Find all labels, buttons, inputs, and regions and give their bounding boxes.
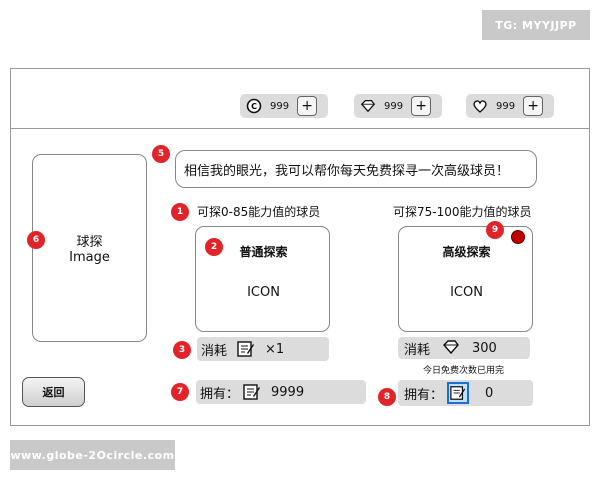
bottom-watermark: www.globe-2Ocircle.com [10,440,175,470]
heart-value: 999 [496,100,516,112]
heart-icon [472,98,488,114]
advanced-cost-label: 消耗 [404,342,431,358]
gem-resource: 999 + [354,94,442,118]
coin-icon: C [246,98,262,114]
owned-advanced-tickets: 拥有： 0 [398,380,533,406]
owned-scout-tickets: 拥有： 9999 [196,380,366,404]
back-button[interactable]: 返回 [22,377,85,407]
annotation-badge-5: 5 [152,145,170,163]
annotation-badge-7: 7 [171,383,189,401]
svg-text:C: C [251,102,257,111]
owned-advanced-value: 0 [485,385,494,401]
advanced-cost-value: 300 [472,340,497,356]
gem-value: 999 [384,100,404,112]
normal-cost-bar: 消耗 ×1 [197,337,329,361]
scout-speech-bubble: 相信我的眼光，我可以帮你每天免费探寻一次高级球员！ [175,150,537,188]
owned-normal-value: 9999 [271,384,305,400]
annotation-badge-9: 9 [486,221,504,239]
normal-cost-label: 消耗 [201,343,228,359]
scout-ticket-icon [237,340,255,358]
owned-advanced-label: 拥有： [404,387,444,403]
annotation-badge-8: 8 [378,388,396,406]
normal-explore-icon: ICON [247,285,280,300]
add-gem-button[interactable]: + [411,96,432,116]
advanced-range-label: 可探75-100能力值的球员 [393,205,532,219]
owned-normal-label: 拥有： [200,386,240,402]
scout-title: 球探 [76,235,103,250]
annotation-badge-1: 1 [171,203,189,221]
heart-resource: 999 + [466,94,554,118]
speech-text: 相信我的眼光，我可以帮你每天免费探寻一次高级球员！ [184,163,510,179]
gem-icon [360,98,376,114]
scout-ticket-icon [243,383,261,401]
annotation-badge-3: 3 [173,341,191,359]
advanced-explore-icon: ICON [450,285,483,300]
free-uses-exhausted-note: 今日免费次数已用完 [423,366,505,376]
scout-image-panel: 球探 Image [32,154,147,342]
coin-value: 999 [270,100,290,112]
normal-cost-value: ×1 [265,341,285,357]
scout-image-label: Image [69,250,110,265]
gem-icon [442,339,460,357]
header-divider [10,128,590,129]
advanced-cost-bar: 消耗 300 [398,337,530,359]
coin-resource: C 999 + [240,94,328,118]
normal-range-label: 可探0-85能力值的球员 [197,205,321,219]
add-coin-button[interactable]: + [297,96,318,116]
annotation-badge-6: 6 [27,231,45,249]
advanced-ticket-icon [447,382,470,404]
annotation-badge-2: 2 [205,238,223,256]
add-heart-button[interactable]: + [523,96,544,116]
top-watermark: TG: MYYJJPP [482,10,590,40]
notification-dot [511,230,525,244]
advanced-explore-title: 高级探索 [442,245,491,259]
